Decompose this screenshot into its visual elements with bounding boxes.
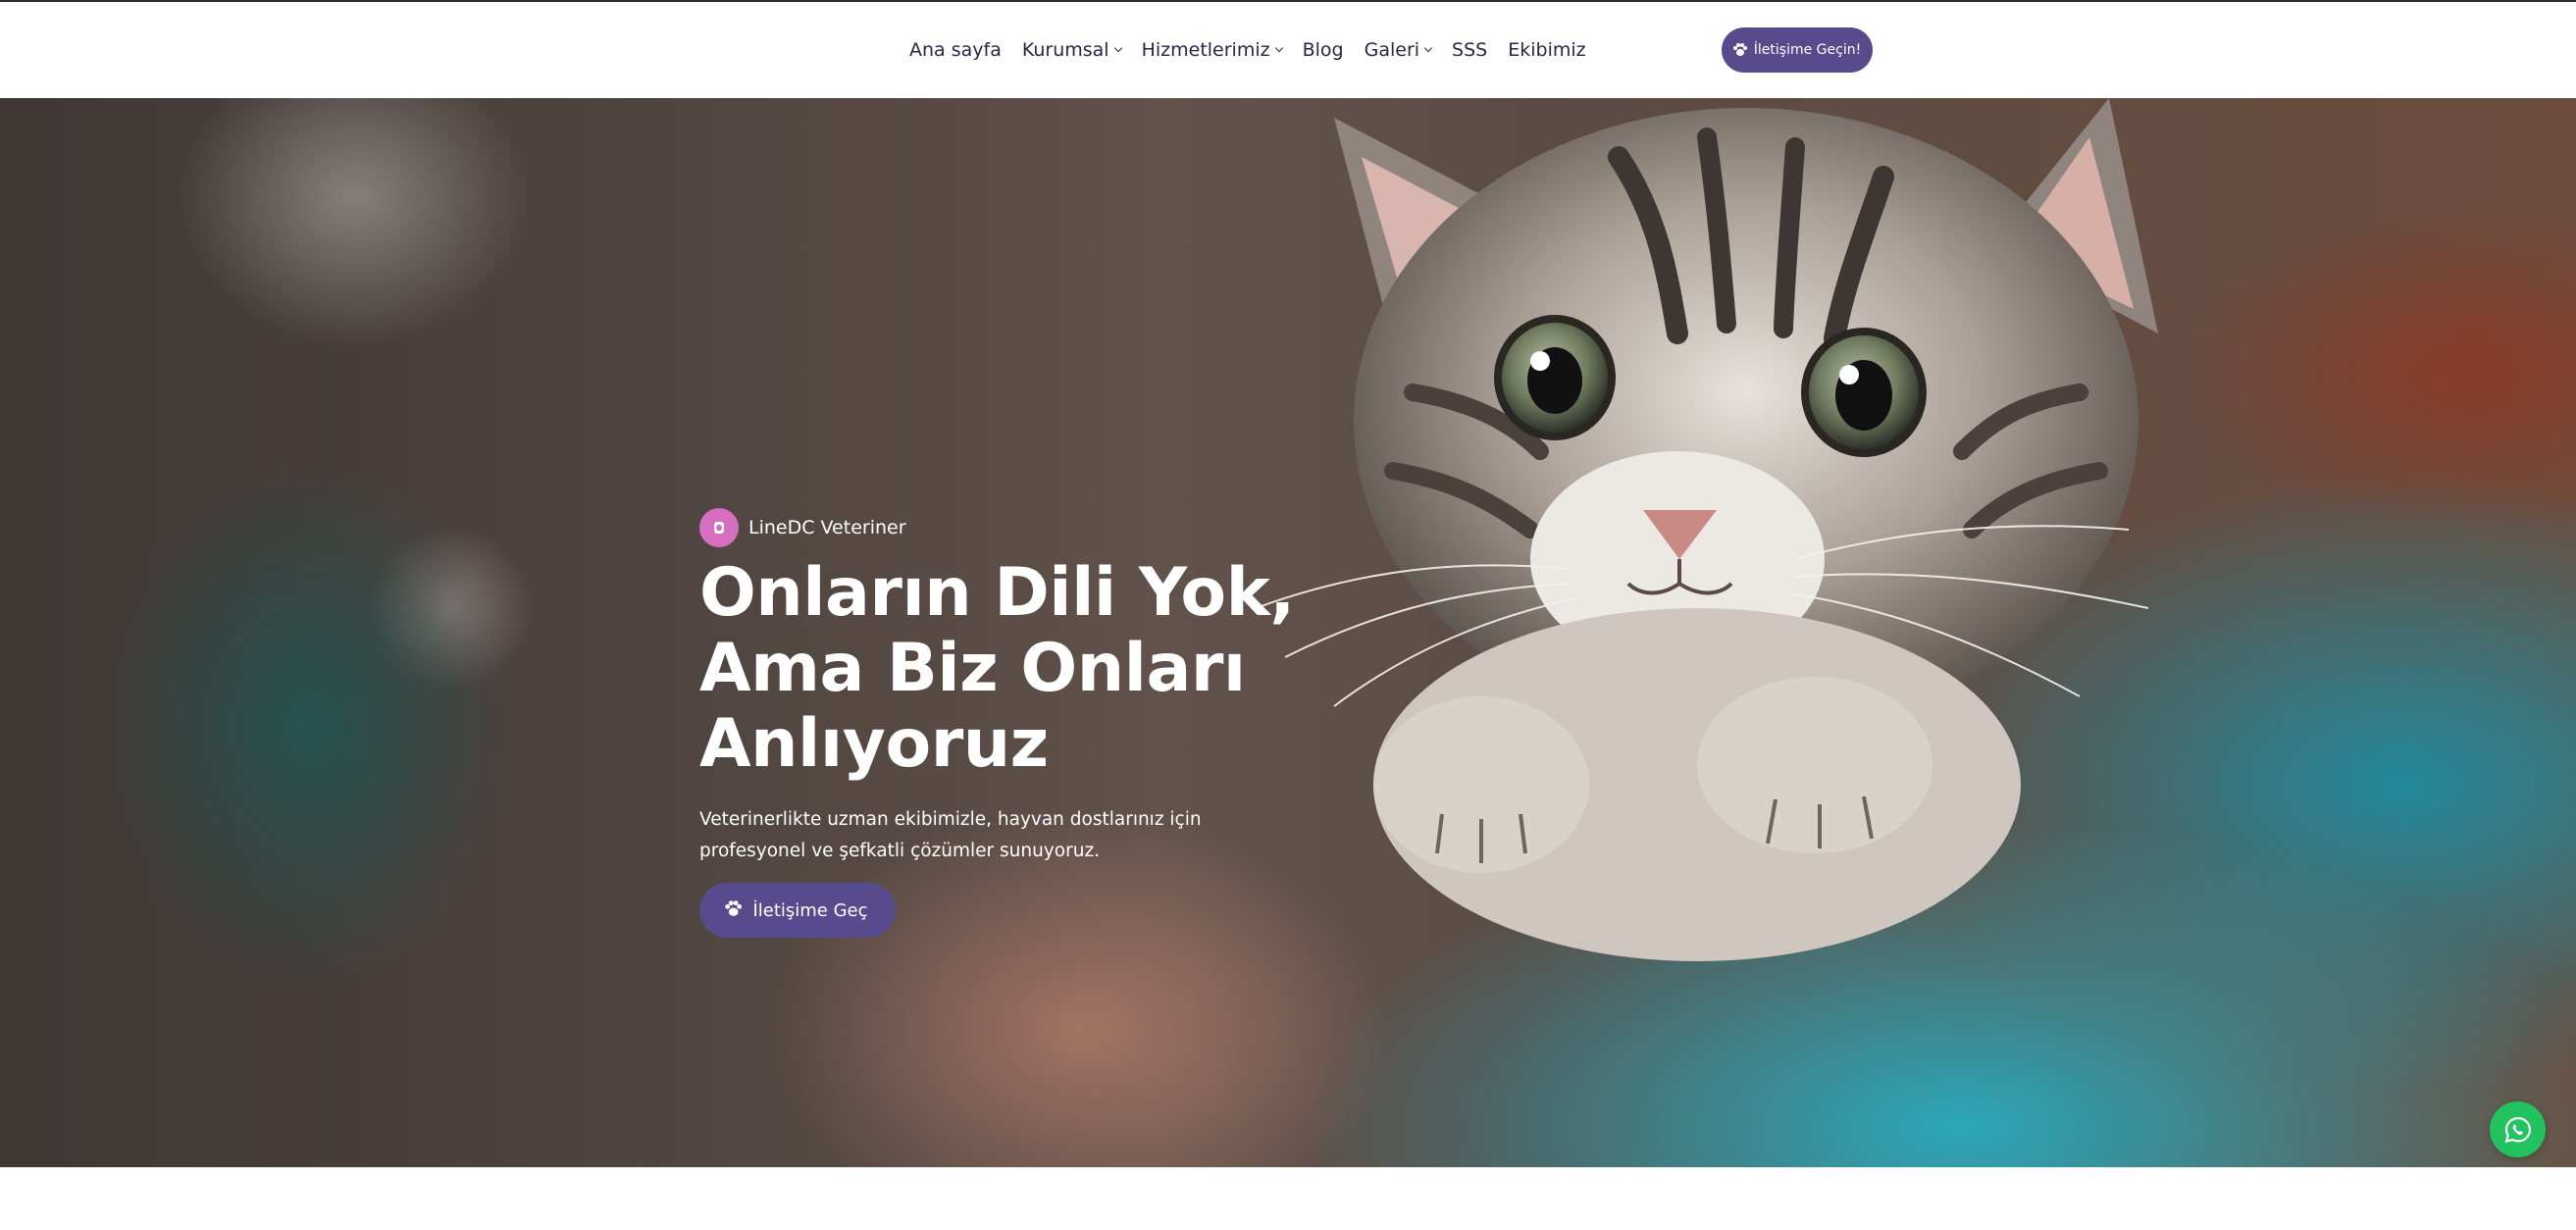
nav-item-ekibimiz[interactable]: Ekibimiz [1508,39,1585,61]
nav-item-ana-sayfa[interactable]: Ana sayfa [909,39,1002,61]
hero-badge: LineDC Veteriner [699,508,906,547]
nav-item-sss[interactable]: SSS [1452,39,1487,61]
nav-item-label: Blog [1302,39,1344,61]
nav-item-hizmetlerimiz[interactable]: Hizmetlerimiz [1141,39,1283,61]
nav-item-label: SSS [1452,39,1488,61]
headline-line: Ama Biz Onları [699,630,1246,707]
nav-item-label: Kurumsal [1021,39,1109,61]
badge-text: LineDC Veteriner [748,517,906,538]
chevron-down-icon [1423,43,1433,53]
contact-button-label: İletişime Geç [752,899,868,921]
nav-item-kurumsal[interactable]: Kurumsal [1021,39,1122,61]
hero-subtext: Veterinerlikte uzman ekibimizle, hayvan … [699,809,1202,861]
site-header: Ana sayfa Kurumsal Hizmetlerimiz Blog Ga… [0,2,2576,98]
nav-item-label: Ekibimiz [1508,39,1586,61]
kitten-image [1255,98,2158,961]
hero-headline: Onların Dili Yok, Ama Biz Onları Anlıyor… [699,555,1386,782]
main-nav: Ana sayfa Kurumsal Hizmetlerimiz Blog Ga… [909,2,1586,98]
contact-button-header[interactable]: İletişime Geçin! [1722,27,1873,73]
whatsapp-button[interactable] [2490,1102,2546,1157]
nav-item-galeri[interactable]: Galeri [1364,39,1433,61]
chevron-down-icon [1274,43,1283,53]
headline-line: Anlıyoruz [699,705,1049,783]
paw-icon [725,899,746,920]
nav-item-blog[interactable]: Blog [1303,39,1344,61]
paw-icon [1732,43,1747,57]
nav-item-label: Galeri [1364,39,1420,61]
nav-item-label: Hizmetlerimiz [1141,39,1270,61]
nav-item-label: Ana sayfa [909,39,1002,61]
hero-slider: LineDC Veteriner Onların Dili Yok, Ama B… [0,98,2576,1167]
chevron-down-icon [1113,43,1122,53]
contact-button-hero[interactable]: İletişime Geç [699,883,896,938]
contact-button-label: İletişime Geçin! [1753,42,1862,58]
whatsapp-icon [2504,1116,2531,1143]
headline-line: Onların Dili Yok, [699,554,1295,632]
vet-icon [699,508,739,547]
